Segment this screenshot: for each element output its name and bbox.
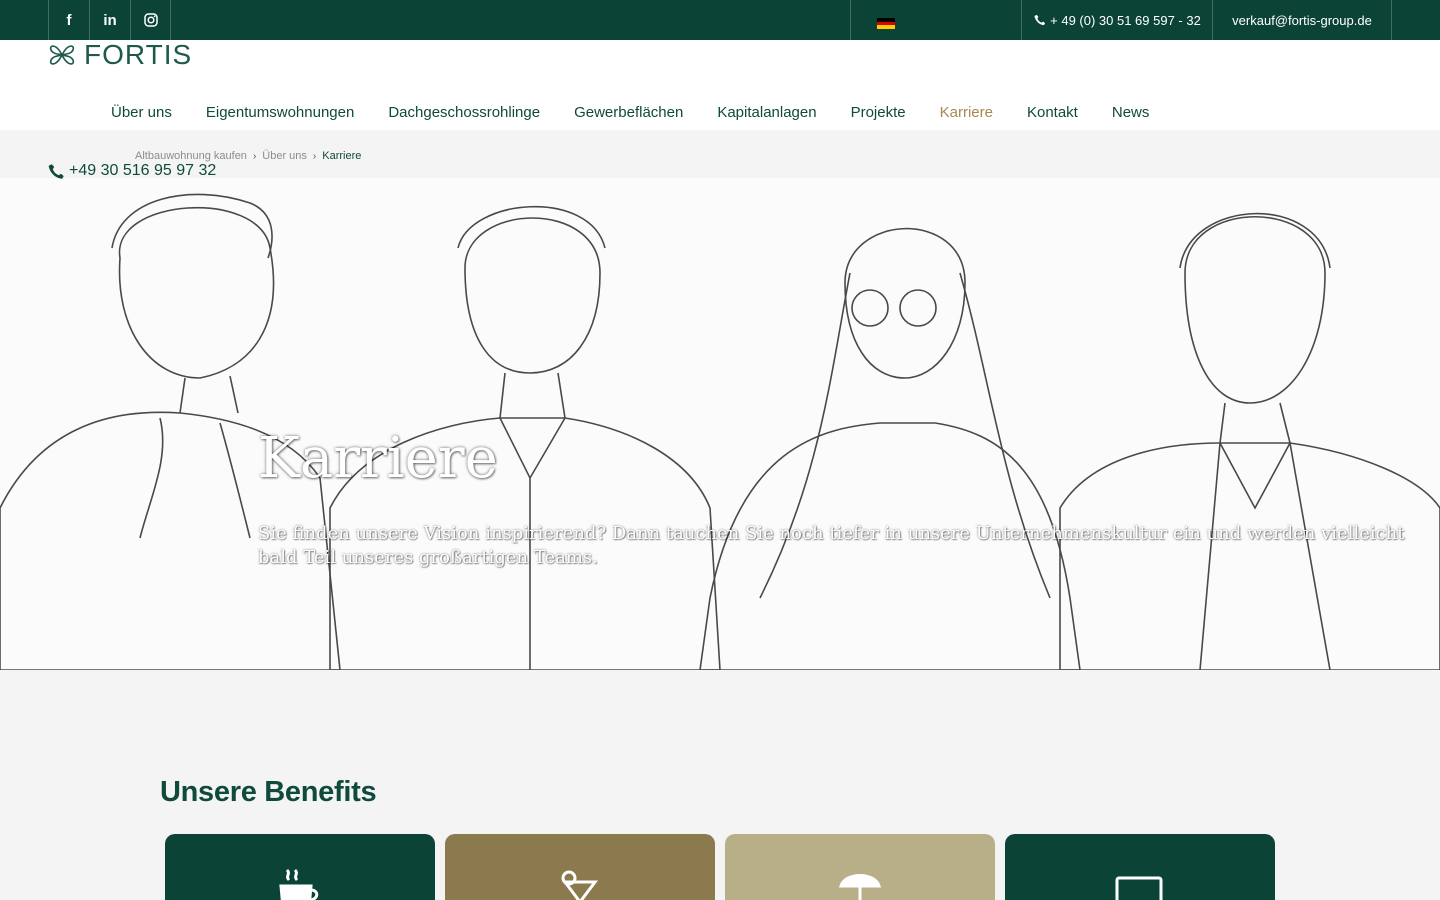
topbar-email-link[interactable]: verkauf@fortis-group.de: [1212, 0, 1392, 40]
nav-item-projekte[interactable]: Projekte: [834, 100, 923, 126]
nav-item-gewerbeflaechen[interactable]: Gewerbeflächen: [557, 100, 700, 126]
logo[interactable]: FORTIS: [48, 39, 192, 71]
nav-item-news[interactable]: News: [1095, 100, 1167, 126]
coffee-cup-icon: [279, 868, 319, 900]
main-nav: Über uns Eigentumswohnungen Dachgeschoss…: [94, 100, 1166, 126]
logo-text[interactable]: FORTIS: [84, 39, 192, 71]
nav-item-ueber-uns[interactable]: Über uns: [94, 100, 189, 126]
benefit-card-laptop: [1005, 834, 1275, 900]
hero-text: Sie finden unsere Vision inspirierend? D…: [258, 523, 1405, 568]
beach-umbrella-icon: [839, 874, 881, 900]
topbar-phone-text[interactable]: + 49 (0) 30 51 69 597 - 32: [1050, 13, 1201, 28]
facebook-icon[interactable]: f: [48, 0, 89, 40]
topbar-phone-link[interactable]: + 49 (0) 30 51 69 597 - 32: [1021, 0, 1213, 40]
chevron-right-icon: ›: [312, 150, 317, 162]
nav-item-karriere[interactable]: Karriere: [923, 100, 1010, 126]
phone-icon: [48, 163, 64, 179]
breadcrumb-ueber-uns[interactable]: Über uns: [262, 150, 307, 162]
benefit-card-vacation: [725, 834, 995, 900]
nav-item-kapitalanlagen[interactable]: Kapitalanlagen: [700, 100, 833, 126]
social-links: f in: [48, 0, 171, 40]
breadcrumb-current: Karriere: [322, 150, 362, 162]
site-header: FORTIS Über uns Eigentumswohnungen Dachg…: [0, 39, 1440, 130]
german-flag-icon[interactable]: [877, 18, 895, 29]
breadcrumb-home[interactable]: Altbauwohnung kaufen: [135, 150, 247, 162]
phone-icon: [1034, 14, 1046, 26]
benefits-cards: [165, 834, 1285, 900]
benefit-card-coffee: [165, 834, 435, 900]
hero-banner: Karriere Sie finden unsere Vision inspir…: [0, 178, 1440, 670]
benefits-title: Unsere Benefits: [160, 776, 377, 808]
benefit-card-cocktail: [445, 834, 715, 900]
linkedin-icon[interactable]: in: [89, 0, 130, 40]
language-switcher[interactable]: [850, 0, 1022, 40]
breadcrumb: Altbauwohnung kaufen › Über uns › Karrie…: [135, 150, 361, 162]
nav-item-dachgeschossrohlinge[interactable]: Dachgeschossrohlinge: [371, 100, 557, 126]
hotline-text[interactable]: +49 30 516 95 97 32: [69, 162, 216, 180]
hotline-link[interactable]: +49 30 516 95 97 32: [48, 162, 216, 180]
nav-item-eigentumswohnungen[interactable]: Eigentumswohnungen: [189, 100, 371, 126]
cocktail-icon: [561, 870, 598, 900]
topbar-email-text[interactable]: verkauf@fortis-group.de: [1232, 13, 1372, 28]
fortis-logo-icon: [49, 45, 75, 65]
laptop-icon: [1115, 876, 1163, 900]
nav-item-kontakt[interactable]: Kontakt: [1010, 100, 1095, 126]
hero-title: Karriere: [258, 426, 498, 491]
chevron-right-icon: ›: [252, 150, 257, 162]
instagram-icon[interactable]: [130, 0, 171, 40]
top-bar: f in + 49 (0) 30 51 69 597 - 32 verkauf@…: [0, 0, 1440, 40]
team-photo: [0, 193, 1440, 670]
